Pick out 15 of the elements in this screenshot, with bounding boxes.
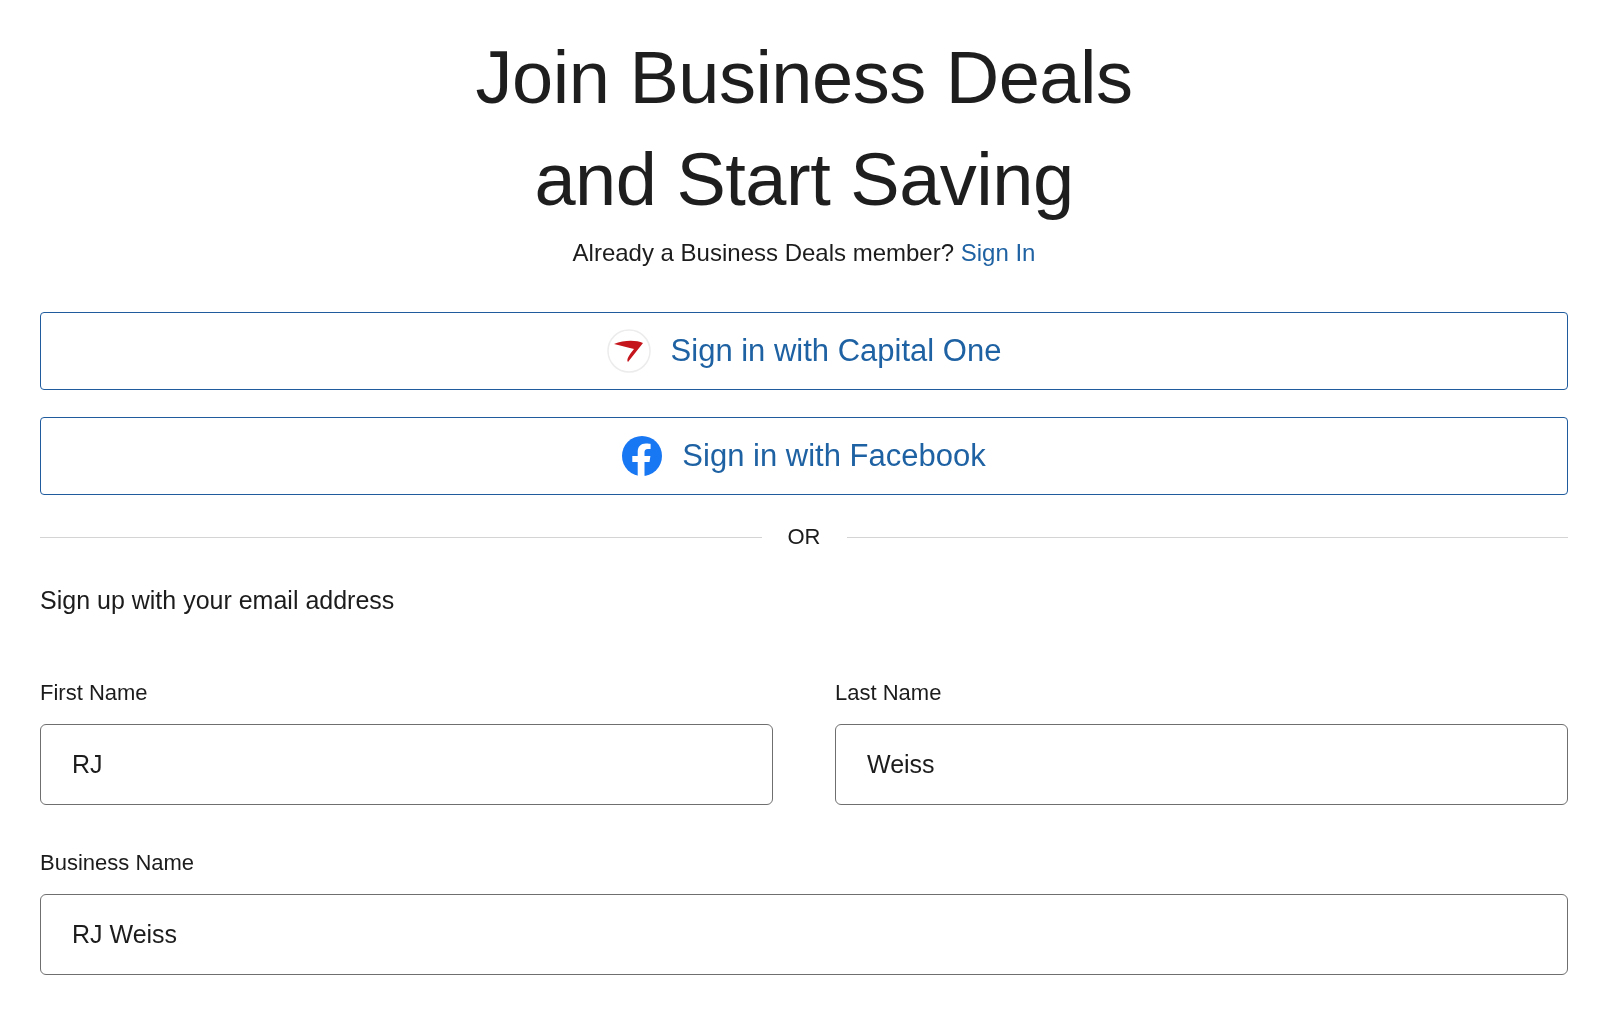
field-label: First Name	[40, 680, 148, 706]
facebook-logo-icon	[622, 436, 663, 476]
divider-label: OR	[787, 524, 821, 550]
sign-in-prompt: Already a Business Deals member? Sign In	[572, 238, 1036, 268]
text-field[interactable]: RJ Weiss	[40, 894, 1568, 975]
field-label: Last Name	[835, 680, 942, 706]
text-field[interactable]: RJ	[40, 724, 773, 805]
sign-in-link[interactable]: Sign In	[960, 239, 1036, 266]
text-field[interactable]: Weiss	[835, 724, 1568, 805]
form-intro: Sign up with your email address	[40, 585, 396, 615]
swoosh-logo-icon	[606, 329, 651, 373]
sign-in-button[interactable]: Sign in with Capital One	[40, 312, 1568, 390]
field-label: Business Name	[40, 850, 195, 876]
sign-in-button[interactable]: Sign in with Facebook	[40, 417, 1568, 495]
page-title: Join Business Deals and Start Saving	[475, 35, 1133, 223]
